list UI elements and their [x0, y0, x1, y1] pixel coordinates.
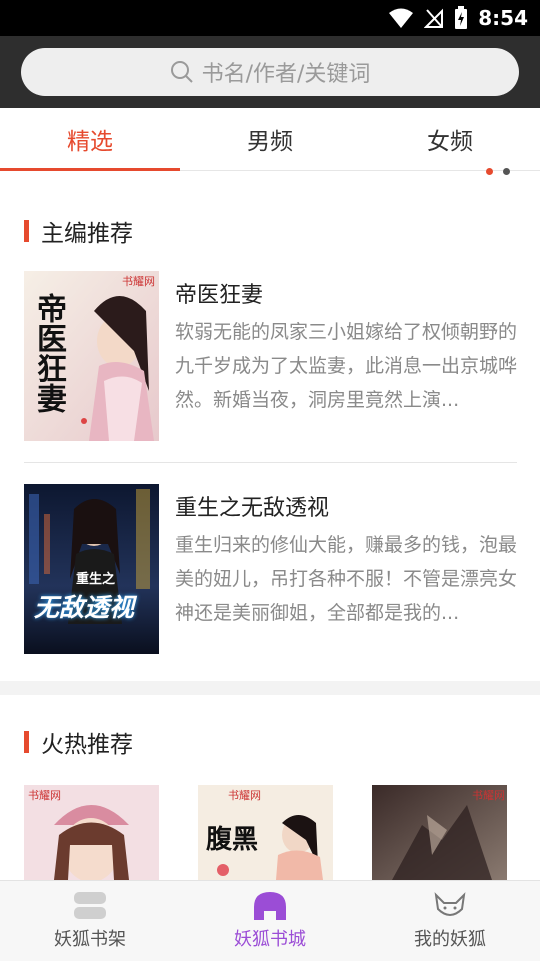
category-tabs: 精选 男频 女频	[0, 108, 540, 171]
nav-profile[interactable]: 我的妖狐	[360, 881, 540, 961]
hot-book-cover[interactable]: 书耀网	[372, 785, 507, 880]
top-bar: 书名/作者/关键词	[0, 36, 540, 108]
section-title-text: 火热推荐	[41, 732, 133, 758]
nav-bookshelf[interactable]: 妖狐书架	[0, 881, 180, 961]
tab-female[interactable]: 女频	[360, 108, 540, 170]
bookstore-icon	[254, 892, 286, 920]
section-marker	[24, 220, 29, 242]
tab-male[interactable]: 男频	[180, 108, 360, 170]
clock: 8:54	[478, 6, 528, 30]
cover-publisher: 书耀网	[122, 275, 155, 288]
hot-book-cover[interactable]: 书耀网	[24, 785, 159, 880]
cover-subtitle: 重生之	[76, 572, 116, 587]
book-title[interactable]: 重生之无敌透视	[175, 490, 329, 522]
section-separator	[0, 681, 540, 695]
tab-featured[interactable]: 精选	[0, 108, 180, 171]
book-cover[interactable]: 重生之 无敌透视	[24, 484, 159, 654]
cover-title: 无敌透视	[34, 593, 135, 622]
cover-title: 帝医狂妻	[31, 293, 66, 413]
nav-label: 妖狐书架	[54, 929, 126, 950]
cover-publisher: 书耀网	[228, 789, 261, 802]
carousel-dot	[503, 168, 510, 175]
cover-publisher: 书耀网	[28, 789, 61, 802]
battery-charging-icon	[455, 6, 468, 29]
search-placeholder: 书名/作者/关键词	[201, 62, 371, 87]
bookshelf-icon	[74, 892, 106, 919]
section-marker	[24, 731, 29, 753]
bottom-nav: 妖狐书架 妖狐书城 我的妖狐	[0, 880, 540, 961]
cover-publisher: 书耀网	[472, 789, 505, 802]
book-description: 重生归来的修仙大能，赚最多的钱，泡最美的妞儿，吊打各种不服！不管是漂亮女神还是美…	[175, 534, 517, 624]
carousel-dot-active	[486, 168, 493, 175]
book-item[interactable]: 帝医狂妻 书耀网 帝医狂妻 软弱无能的凤家三小姐嫁给了权倾朝野的九千岁成为了太监…	[24, 271, 517, 441]
search-input[interactable]: 书名/作者/关键词	[21, 48, 519, 96]
search-icon	[170, 61, 193, 83]
carousel-indicator	[486, 168, 510, 175]
status-icons: 8:54	[388, 0, 528, 36]
nav-bookstore[interactable]: 妖狐书城	[180, 881, 360, 961]
nav-label: 妖狐书城	[234, 929, 306, 950]
divider	[24, 462, 517, 463]
book-description: 软弱无能的凤家三小姐嫁给了权倾朝野的九千岁成为了太监妻，此消息一出京城哗然。新婚…	[175, 321, 517, 411]
fox-profile-icon	[434, 892, 466, 916]
section-title-hot-picks: 火热推荐	[24, 725, 133, 759]
status-bar: 8:54	[0, 0, 540, 36]
no-signal-icon	[424, 8, 444, 28]
book-cover[interactable]: 帝医狂妻 书耀网	[24, 271, 159, 441]
book-item[interactable]: 重生之 无敌透视 重生之无敌透视 重生归来的修仙大能，赚最多的钱，泡最美的妞儿，…	[24, 484, 517, 654]
section-title-text: 主编推荐	[41, 221, 133, 247]
hot-book-cover[interactable]: 书耀网 腹黑	[198, 785, 333, 880]
section-title-editor-picks: 主编推荐	[24, 214, 133, 248]
cover-title: 腹黑	[206, 825, 259, 855]
wifi-icon	[389, 8, 414, 28]
book-title[interactable]: 帝医狂妻	[175, 277, 263, 309]
nav-label: 我的妖狐	[414, 929, 486, 950]
